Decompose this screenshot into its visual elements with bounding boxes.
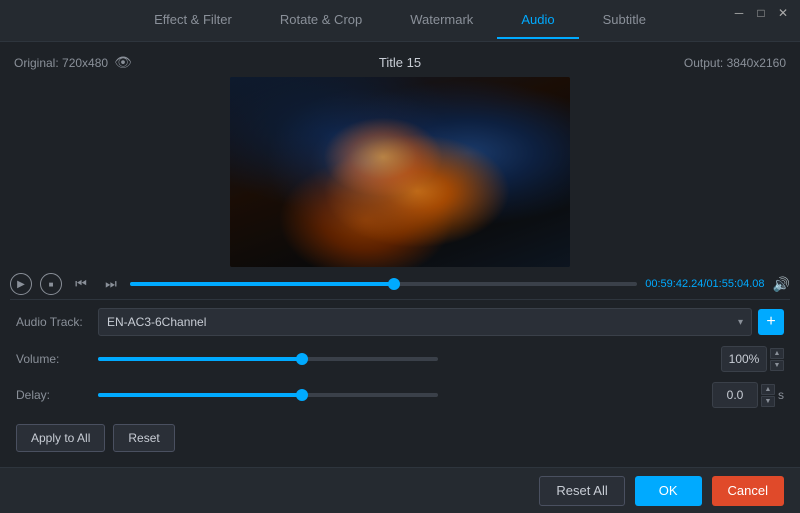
- main-content: Original: 720x480 👁 Title 15 Output: 384…: [0, 42, 800, 513]
- minimize-button[interactable]: ─: [732, 6, 746, 20]
- volume-label: Volume:: [16, 352, 88, 366]
- progress-slider[interactable]: [130, 282, 637, 286]
- cancel-button[interactable]: Cancel: [712, 476, 784, 506]
- tab-effect-filter[interactable]: Effect & Filter: [130, 2, 256, 39]
- volume-row: Volume: 100% ▲ ▼: [16, 346, 784, 372]
- volume-spinner: ▲ ▼: [770, 348, 784, 371]
- audio-track-label: Audio Track:: [16, 315, 88, 329]
- preview-area: Original: 720x480 👁 Title 15 Output: 384…: [0, 42, 800, 267]
- close-button[interactable]: ✕: [776, 6, 790, 20]
- volume-down-button[interactable]: ▼: [770, 360, 784, 371]
- volume-slider[interactable]: [98, 357, 438, 361]
- reset-button[interactable]: Reset: [113, 424, 174, 452]
- play-button[interactable]: ▶: [10, 273, 32, 295]
- progress-fill: [130, 282, 394, 286]
- playback-bar: ▶ ■ ⏮ ⏭ 00:59:42.24/01:55:04.08 🔊: [0, 267, 800, 299]
- apply-to-all-button[interactable]: Apply to All: [16, 424, 105, 452]
- tab-rotate-crop[interactable]: Rotate & Crop: [256, 2, 386, 39]
- add-track-button[interactable]: +: [758, 309, 784, 335]
- audio-track-dropdown[interactable]: EN-AC3-6Channel ▾: [98, 308, 752, 336]
- delay-thumb[interactable]: [296, 389, 308, 401]
- preview-info-bar: Original: 720x480 👁 Title 15 Output: 384…: [10, 50, 790, 77]
- delay-value[interactable]: 0.0: [712, 382, 758, 408]
- video-frame: [230, 77, 570, 267]
- audio-track-dropdown-wrap: EN-AC3-6Channel ▾ +: [98, 308, 784, 336]
- delay-spinner: ▲ ▼: [761, 384, 775, 407]
- volume-input-wrap: 100% ▲ ▼: [721, 346, 784, 372]
- video-preview: [230, 77, 570, 267]
- title-label: Title 15: [379, 55, 421, 70]
- tab-audio[interactable]: Audio: [497, 2, 578, 39]
- delay-unit: s: [778, 388, 784, 402]
- stop-button[interactable]: ■: [40, 273, 62, 295]
- delay-down-button[interactable]: ▼: [761, 396, 775, 407]
- prev-button[interactable]: ⏮: [70, 273, 92, 295]
- title-bar: ─ □ ✕: [722, 0, 800, 26]
- tab-watermark[interactable]: Watermark: [386, 2, 497, 39]
- audio-track-row: Audio Track: EN-AC3-6Channel ▾ +: [16, 308, 784, 336]
- delay-input-wrap: 0.0 ▲ ▼ s: [712, 382, 784, 408]
- volume-thumb[interactable]: [296, 353, 308, 365]
- delay-up-button[interactable]: ▲: [761, 384, 775, 395]
- dropdown-arrow-icon: ▾: [738, 317, 743, 328]
- volume-icon[interactable]: 🔊: [773, 276, 790, 293]
- delay-label: Delay:: [16, 388, 88, 402]
- time-display: 00:59:42.24/01:55:04.08: [645, 278, 764, 290]
- tab-subtitle[interactable]: Subtitle: [579, 2, 670, 39]
- reset-all-button[interactable]: Reset All: [539, 476, 624, 506]
- eye-icon[interactable]: 👁: [114, 54, 132, 71]
- tab-bar: Effect & Filter Rotate & Crop Watermark …: [0, 0, 800, 42]
- delay-row: Delay: 0.0 ▲ ▼ s: [16, 382, 784, 408]
- maximize-button[interactable]: □: [754, 6, 768, 20]
- volume-fill: [98, 357, 302, 361]
- delay-fill: [98, 393, 302, 397]
- next-button[interactable]: ⏭: [100, 273, 122, 295]
- progress-thumb[interactable]: [388, 278, 400, 290]
- controls-section: Audio Track: EN-AC3-6Channel ▾ + Volume:…: [0, 300, 800, 418]
- footer: Reset All OK Cancel: [0, 467, 800, 513]
- volume-value[interactable]: 100%: [721, 346, 767, 372]
- action-row: Apply to All Reset: [0, 418, 800, 458]
- output-label: Output: 3840x2160: [684, 56, 786, 70]
- ok-button[interactable]: OK: [635, 476, 702, 506]
- delay-slider[interactable]: [98, 393, 438, 397]
- volume-up-button[interactable]: ▲: [770, 348, 784, 359]
- original-label: Original: 720x480 👁: [14, 54, 132, 71]
